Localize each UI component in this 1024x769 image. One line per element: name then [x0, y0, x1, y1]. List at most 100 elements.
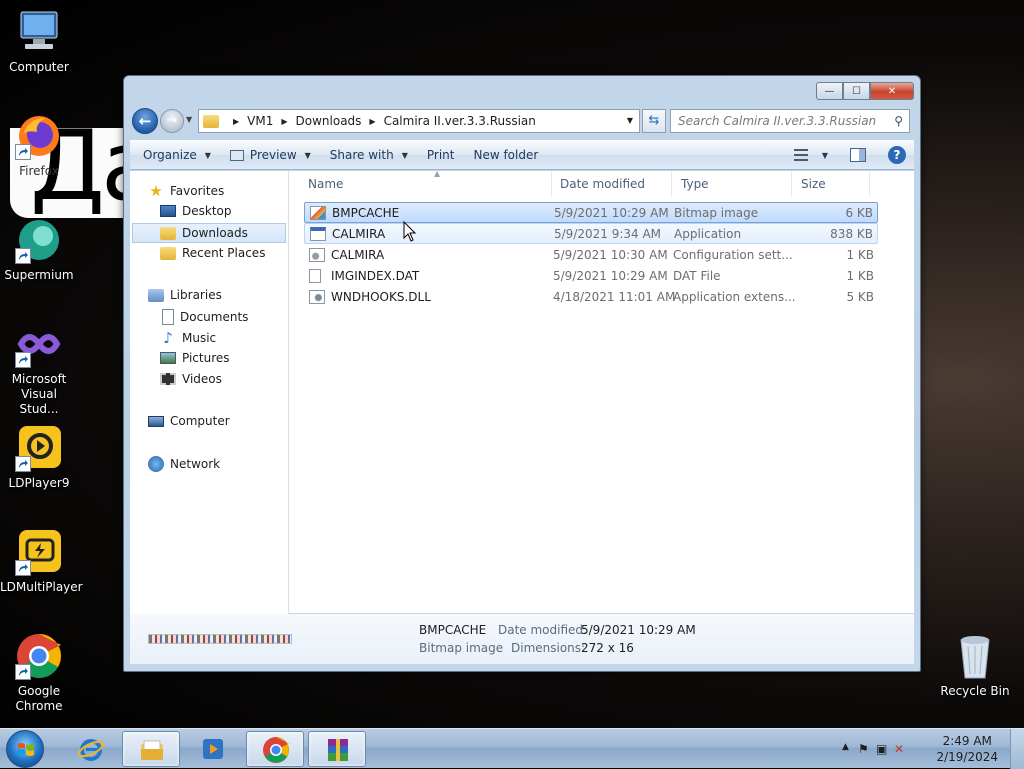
firefox-icon [15, 112, 63, 160]
file-size: 6 KB [845, 205, 873, 220]
nav-network[interactable]: Network [148, 456, 220, 472]
help-icon[interactable]: ? [888, 146, 906, 164]
nav-pictures[interactable]: Pictures [160, 351, 230, 365]
nav-desktop[interactable]: Desktop [160, 204, 232, 218]
window-content: ★ Favorites Desktop Downloads Recent Pla… [130, 169, 914, 614]
file-type: Bitmap image [674, 205, 759, 220]
file-type: Application [674, 226, 742, 241]
ldmultiplayer-icon [15, 528, 63, 576]
taskbar-internet-explorer[interactable] [62, 731, 120, 767]
desktop-icon-firefox[interactable]: Firefox [0, 112, 78, 179]
star-icon: ★ [149, 182, 163, 200]
nav-music[interactable]: ♪ Music [160, 330, 216, 346]
windows-logo-icon [18, 743, 34, 756]
forward-button[interactable]: → [160, 109, 184, 133]
desktop-folder-icon [160, 205, 176, 217]
print-button[interactable]: Print [427, 148, 455, 162]
preview-pane-icon[interactable] [850, 148, 866, 162]
recent-pages-dropdown[interactable]: ▼ [186, 115, 192, 124]
command-bar: Organize ▼ Preview ▼ Share with ▼ Print New… [130, 140, 914, 170]
desktop-icon-visual-studio[interactable]: Microsoft Visual Stud... [0, 320, 78, 417]
arrow-left-icon: ← [138, 112, 152, 130]
views-icon[interactable] [793, 149, 808, 161]
address-dropdown-icon[interactable]: ▼ [627, 116, 633, 125]
file-list: ▲ Name Date modified Type Size BMPCACHE … [290, 169, 914, 614]
nav-label: Computer [170, 414, 230, 428]
desktop-icon-label: Computer [9, 60, 69, 74]
column-label: Name [308, 177, 344, 191]
organize-label: Organize [143, 148, 197, 162]
nav-downloads[interactable]: Downloads [132, 223, 286, 243]
file-row[interactable]: CALMIRA 5/9/2021 9:34 AM Application 838… [304, 223, 878, 244]
nav-label: Music [182, 331, 217, 345]
desktop-icon-ldmultiplayer[interactable]: LDMultiPlayer [0, 528, 83, 595]
taskbar: ▲ ⚑ ▣ ✕ 2:49 AM 2/19/2024 [0, 728, 1024, 769]
maximize-button[interactable]: ☐ [843, 82, 870, 100]
desktop-icon-ldplayer9[interactable]: LDPlayer9 [0, 424, 78, 491]
show-desktop-button[interactable] [1010, 729, 1024, 769]
column-header-type[interactable]: Type [673, 171, 792, 197]
file-type: Application extens... [673, 289, 796, 304]
new-folder-button[interactable]: New folder [473, 148, 538, 162]
nav-recent-places[interactable]: Recent Places [160, 246, 265, 260]
nav-documents[interactable]: Documents [162, 309, 248, 325]
organize-button[interactable]: Organize ▼ [143, 148, 211, 162]
minimize-button[interactable]: — [816, 82, 843, 100]
column-header-date-modified[interactable]: Date modified [552, 171, 672, 197]
taskbar-media-player[interactable] [184, 731, 242, 767]
breadcrumb-current-folder[interactable]: Calmira II.ver.3.3.Russian [384, 114, 536, 128]
file-row[interactable]: WNDHOOKS.DLL 4/18/2021 11:01 AM Applicat… [304, 286, 878, 307]
file-row[interactable]: IMGINDEX.DAT 5/9/2021 10:29 AM DAT File … [304, 265, 878, 286]
nav-libraries[interactable]: Libraries [148, 288, 222, 302]
preview-label: Preview [249, 148, 297, 162]
nav-videos[interactable]: Videos [160, 372, 222, 386]
preview-icon [229, 149, 244, 161]
taskbar-chrome[interactable] [246, 731, 304, 767]
folder-icon [203, 114, 219, 128]
clock[interactable]: 2:49 AM 2/19/2024 [936, 733, 998, 765]
file-size: 1 KB [846, 247, 874, 262]
file-row[interactable]: BMPCACHE 5/9/2021 10:29 AM Bitmap image … [304, 202, 878, 223]
file-name: WNDHOOKS.DLL [331, 289, 431, 304]
recycle-bin-icon [951, 632, 999, 680]
column-header-size[interactable]: Size [793, 171, 870, 197]
back-button[interactable]: ← [132, 108, 158, 134]
search-input[interactable]: Search Calmira II.ver.3.3.Russian ⚲ [670, 109, 910, 133]
taskbar-winrar[interactable] [308, 731, 366, 767]
breadcrumb-vm1[interactable]: VM1 [247, 114, 273, 128]
action-center-flag-icon[interactable]: ⚑ [858, 742, 869, 756]
desktop-icon-label: Google Chrome [15, 684, 63, 713]
nav-label: Libraries [170, 288, 222, 302]
start-button[interactable] [6, 730, 44, 768]
preview-button[interactable]: Preview ▼ [229, 148, 311, 162]
volume-muted-icon[interactable]: ✕ [894, 742, 904, 756]
chevron-down-icon[interactable]: ▼ [822, 151, 828, 160]
nav-favorites[interactable]: ★ Favorites [148, 183, 224, 199]
details-dimensions-label: Dimensions: [511, 641, 586, 655]
file-size: 1 KB [846, 268, 874, 283]
refresh-button[interactable]: ⇆ [642, 109, 666, 133]
search-icon: ⚲ [894, 114, 903, 128]
address-bar[interactable]: ▶ VM1 ▶ Downloads ▶ Calmira II.ver.3.3.R… [198, 109, 640, 133]
nav-computer[interactable]: Computer [148, 414, 230, 428]
breadcrumb-downloads[interactable]: Downloads [296, 114, 362, 128]
file-row[interactable]: CALMIRA 5/9/2021 10:30 AM Configuration … [304, 244, 878, 265]
system-tray: ▲ ⚑ ▣ ✕ 2:49 AM 2/19/2024 [834, 729, 1024, 769]
network-icon[interactable]: ▣ [876, 742, 887, 756]
desktop-icon-label: Supermium [4, 268, 74, 282]
dll-file-icon [309, 289, 325, 304]
column-header-name[interactable]: ▲ Name [300, 169, 552, 197]
file-size: 5 KB [846, 289, 874, 304]
taskbar-windows-explorer[interactable] [122, 731, 180, 767]
desktop-icon-label: LDMultiPlayer [0, 580, 83, 594]
desktop-icon-chrome[interactable]: Google Chrome [0, 632, 78, 714]
music-icon: ♪ [163, 329, 173, 347]
share-with-button[interactable]: Share with ▼ [330, 148, 408, 162]
desktop-icon-supermium[interactable]: Supermium [0, 216, 78, 283]
show-hidden-icons-icon[interactable]: ▲ [842, 742, 849, 752]
arrow-right-icon: → [166, 113, 178, 128]
close-button[interactable]: ✕ [870, 82, 914, 100]
nav-label: Recent Places [182, 246, 266, 260]
desktop-icon-computer[interactable]: Computer [0, 8, 78, 75]
desktop-icon-recycle-bin[interactable]: Recycle Bin [936, 632, 1014, 699]
